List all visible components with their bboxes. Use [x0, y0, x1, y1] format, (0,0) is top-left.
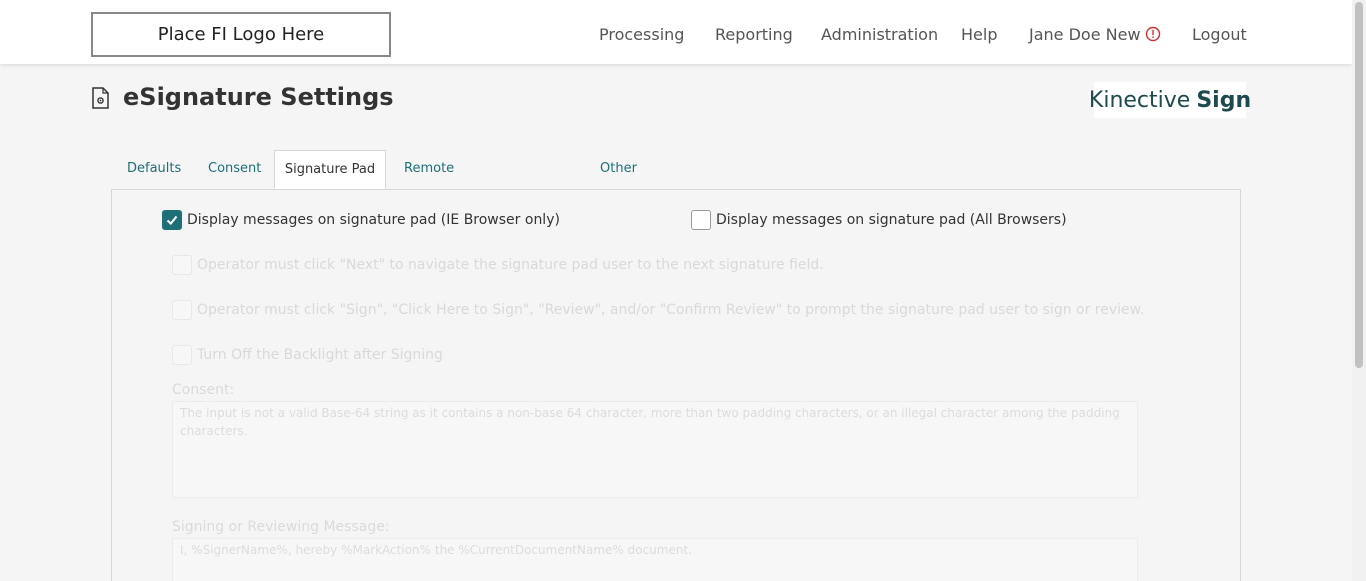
all-browsers-option[interactable]: Display messages on signature pad (All B…	[691, 210, 1067, 230]
backlight-label: Turn Off the Backlight after Signing	[197, 347, 443, 363]
scrollbar-thumb[interactable]	[1355, 2, 1363, 368]
user-name: Jane Doe New	[1029, 24, 1141, 44]
settings-document-icon	[91, 87, 109, 109]
all-browsers-label: Display messages on signature pad (All B…	[716, 212, 1067, 228]
signing-message-label: Signing or Reviewing Message:	[172, 519, 390, 535]
consent-field-label: Consent:	[172, 382, 235, 398]
tab-signature-pad[interactable]: Signature Pad	[274, 150, 386, 189]
page-title: eSignature Settings	[123, 83, 394, 111]
require-next-checkbox	[172, 255, 192, 275]
nav-administration[interactable]: Administration	[821, 22, 938, 46]
kinective-sign-logo: Kinective Sign	[1089, 82, 1251, 118]
tab-remote-message-templates[interactable]: Remote Message Templates	[404, 150, 470, 252]
nav-user-menu[interactable]: Jane Doe New	[1029, 22, 1161, 46]
backlight-checkbox	[172, 345, 192, 365]
require-sign-checkbox	[172, 300, 192, 320]
require-sign-label: Operator must click "Sign", "Click Here …	[197, 302, 1145, 318]
ie-only-option[interactable]: Display messages on signature pad (IE Br…	[162, 210, 560, 230]
nav-processing[interactable]: Processing	[599, 22, 684, 46]
fi-logo-placeholder[interactable]: Place FI Logo Here	[91, 12, 391, 57]
signing-message-textarea: I, %SignerName%, hereby %MarkAction% the…	[172, 538, 1138, 581]
alert-circle-icon	[1145, 26, 1161, 42]
signature-pad-panel: Display messages on signature pad (IE Br…	[111, 189, 1241, 581]
top-navigation-bar: Place FI Logo Here Processing Reporting …	[0, 0, 1352, 64]
all-browsers-checkbox[interactable]	[691, 210, 711, 230]
brand-bold-text: Sign	[1196, 87, 1252, 113]
page-scrollbar[interactable]	[1352, 0, 1366, 581]
require-next-option: Operator must click "Next" to navigate t…	[172, 255, 824, 275]
tab-defaults[interactable]: Defaults	[127, 150, 181, 188]
logo-text: Place FI Logo Here	[157, 24, 325, 45]
tab-consent[interactable]: Consent	[208, 150, 261, 188]
ie-only-label: Display messages on signature pad (IE Br…	[187, 212, 560, 228]
brand-light-text: Kinective	[1088, 87, 1191, 113]
ie-only-checkbox[interactable]	[162, 210, 182, 230]
checkmark-icon	[166, 215, 178, 225]
require-next-label: Operator must click "Next" to navigate t…	[197, 257, 824, 273]
consent-textarea: The input is not a valid Base-64 string …	[172, 401, 1138, 498]
nav-logout[interactable]: Logout	[1192, 22, 1247, 46]
require-sign-option: Operator must click "Sign", "Click Here …	[172, 300, 1144, 320]
nav-help[interactable]: Help	[961, 22, 997, 46]
nav-reporting[interactable]: Reporting	[715, 22, 793, 46]
backlight-option: Turn Off the Backlight after Signing	[172, 345, 443, 365]
tab-other-remote-settings[interactable]: Other Remote Settings	[600, 150, 653, 252]
